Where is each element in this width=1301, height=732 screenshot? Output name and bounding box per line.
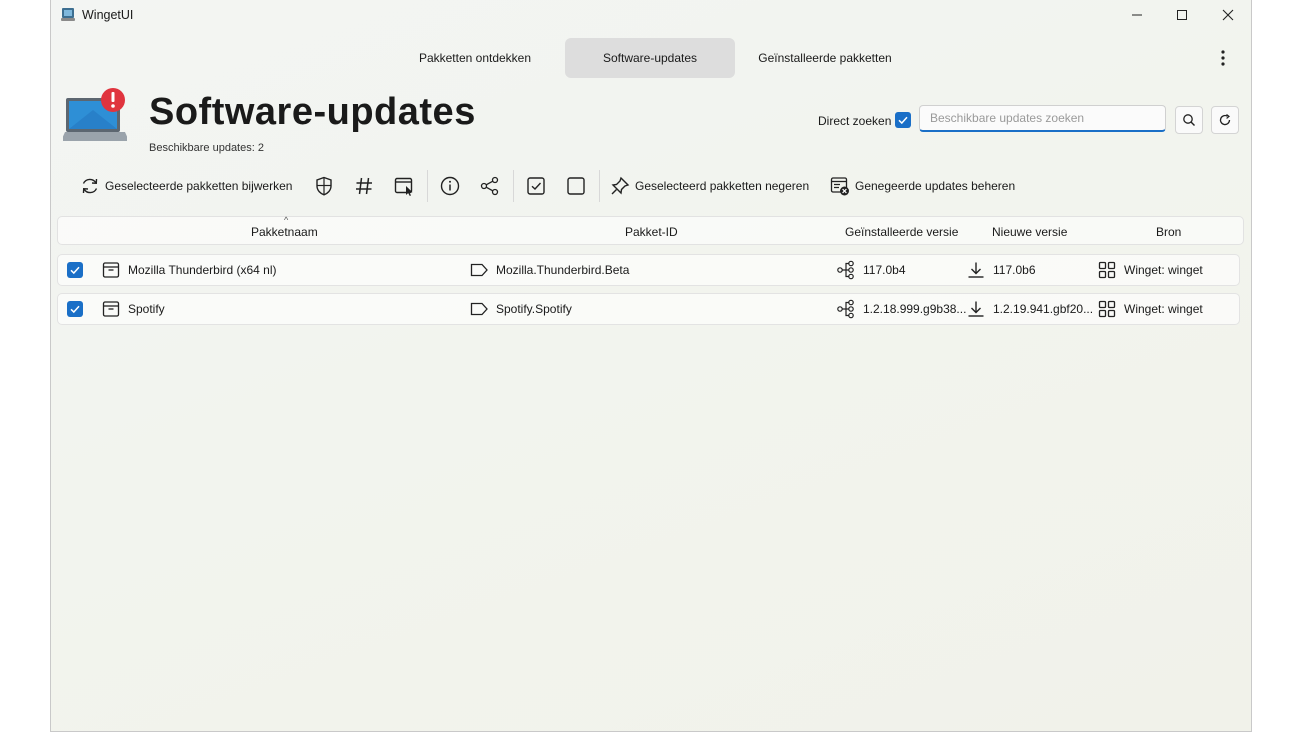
download-icon bbox=[968, 301, 984, 317]
package-id-cell: Mozilla.Thunderbird.Beta bbox=[469, 255, 629, 285]
tab-discover[interactable]: Pakketten ontdekken bbox=[403, 38, 547, 78]
tab-installed[interactable]: Geïnstalleerde pakketten bbox=[745, 38, 905, 78]
new-version-cell: 1.2.19.941.gbf20... bbox=[966, 294, 1093, 324]
kebab-menu-icon bbox=[1221, 50, 1225, 66]
toolbar: Geselecteerde pakketten bijwerken Gesele… bbox=[51, 168, 1251, 204]
package-icon bbox=[102, 262, 120, 278]
version-tree-icon bbox=[837, 260, 854, 280]
search-icon bbox=[1183, 114, 1195, 126]
search-input[interactable] bbox=[919, 105, 1166, 132]
new-version: 1.2.19.941.gbf20... bbox=[993, 302, 1094, 316]
source-cell: Winget: winget bbox=[1097, 255, 1203, 285]
new-version-cell: 117.0b6 bbox=[966, 255, 1036, 285]
maximize-button[interactable] bbox=[1159, 0, 1205, 30]
deselect-all-button[interactable] bbox=[565, 168, 587, 204]
tag-icon bbox=[470, 263, 488, 277]
uncheck-all-icon bbox=[567, 177, 585, 195]
column-header-id[interactable]: Pakket-ID bbox=[625, 225, 678, 239]
manage-ignored-button[interactable]: Genegeerde updates beheren bbox=[829, 168, 1015, 204]
source-grid-icon bbox=[1098, 300, 1116, 318]
ignore-selected-button[interactable]: Geselecteerd pakketten negeren bbox=[609, 168, 809, 204]
more-options-button[interactable] bbox=[1213, 48, 1233, 68]
ignore-selected-label: Geselecteerd pakketten negeren bbox=[635, 179, 810, 193]
search-button[interactable] bbox=[1175, 106, 1203, 134]
package-details-button[interactable] bbox=[439, 168, 461, 204]
window-title: WingetUI bbox=[82, 8, 134, 22]
checkmark-icon bbox=[70, 305, 80, 314]
shield-icon bbox=[316, 176, 332, 196]
table-header: ^ Pakketnaam Pakket-ID Geïnstalleerde ve… bbox=[57, 215, 1244, 245]
installed-version-cell: 1.2.18.999.g9b38... bbox=[836, 294, 966, 324]
download-icon bbox=[968, 262, 984, 278]
sort-ascending-icon: ^ bbox=[284, 215, 289, 225]
row-checkbox[interactable] bbox=[67, 301, 83, 317]
toolbar-separator bbox=[513, 170, 514, 202]
refresh-icon bbox=[82, 178, 98, 194]
column-header-source[interactable]: Bron bbox=[1156, 225, 1181, 239]
table-row[interactable]: Mozilla Thunderbird (x64 nl) Mozilla.Thu… bbox=[57, 254, 1240, 286]
installed-version-cell: 117.0b4 bbox=[836, 255, 906, 285]
tab-bar: Pakketten ontdekken Software-updates Geï… bbox=[51, 38, 1251, 78]
minimize-icon bbox=[1132, 14, 1142, 16]
direct-search-label: Direct zoeken bbox=[818, 114, 892, 128]
package-name-cell: Spotify bbox=[101, 294, 165, 324]
installed-version: 1.2.18.999.g9b38... bbox=[863, 302, 967, 316]
checkmark-icon bbox=[898, 116, 908, 125]
manage-ignored-label: Genegeerde updates beheren bbox=[855, 179, 1016, 193]
toolbar-separator bbox=[599, 170, 600, 202]
title-bar: WingetUI bbox=[51, 0, 1251, 32]
app-icon bbox=[61, 8, 75, 21]
package-name: Spotify bbox=[128, 302, 165, 316]
package-id-cell: Spotify.Spotify bbox=[469, 294, 572, 324]
installed-version: 117.0b4 bbox=[863, 263, 906, 277]
reload-icon bbox=[1219, 114, 1231, 126]
source-cell: Winget: winget bbox=[1097, 294, 1203, 324]
package-name: Mozilla Thunderbird (x64 nl) bbox=[128, 263, 277, 277]
package-id: Mozilla.Thunderbird.Beta bbox=[496, 263, 630, 277]
maximize-icon bbox=[1177, 10, 1187, 20]
package-name-cell: Mozilla Thunderbird (x64 nl) bbox=[101, 255, 277, 285]
update-selected-button[interactable]: Geselecteerde pakketten bijwerken bbox=[79, 168, 292, 204]
page-title: Software-updates bbox=[149, 91, 476, 133]
updates-count: Beschikbare updates: 2 bbox=[149, 142, 264, 154]
package-icon bbox=[102, 301, 120, 317]
toolbar-separator bbox=[427, 170, 428, 202]
close-button[interactable] bbox=[1205, 0, 1251, 30]
minimize-button[interactable] bbox=[1114, 0, 1160, 30]
pin-off-icon bbox=[611, 176, 630, 195]
window-cursor-icon bbox=[394, 177, 413, 196]
check-all-icon bbox=[527, 177, 545, 195]
update-selected-label: Geselecteerde pakketten bijwerken bbox=[105, 179, 293, 193]
skip-hash-button[interactable] bbox=[353, 168, 375, 204]
source-grid-icon bbox=[1098, 261, 1116, 279]
row-checkbox[interactable] bbox=[67, 262, 83, 278]
select-all-button[interactable] bbox=[525, 168, 547, 204]
table-row[interactable]: Spotify Spotify.Spotify 1.2.18.999.g9b38… bbox=[57, 293, 1240, 325]
app-window: WingetUI Pakketten ontdekken Software-up… bbox=[50, 0, 1252, 732]
tab-updates[interactable]: Software-updates bbox=[565, 38, 735, 78]
interactive-update-button[interactable] bbox=[393, 168, 415, 204]
close-icon bbox=[1222, 9, 1234, 21]
column-header-installed[interactable]: Geïnstalleerde versie bbox=[845, 225, 958, 239]
direct-search-checkbox[interactable] bbox=[895, 112, 911, 128]
tag-icon bbox=[470, 302, 488, 316]
column-header-new[interactable]: Nieuwe versie bbox=[992, 225, 1067, 239]
package-source: Winget: winget bbox=[1124, 302, 1203, 316]
laptop-alert-icon bbox=[63, 88, 127, 141]
column-header-name[interactable]: Pakketnaam bbox=[251, 225, 318, 239]
reload-button[interactable] bbox=[1211, 106, 1239, 134]
ignored-list-icon bbox=[830, 177, 849, 196]
share-package-button[interactable] bbox=[479, 168, 501, 204]
version-tree-icon bbox=[837, 299, 854, 319]
admin-update-button[interactable] bbox=[313, 168, 335, 204]
package-id: Spotify.Spotify bbox=[496, 302, 572, 316]
new-version: 117.0b6 bbox=[993, 263, 1036, 277]
hash-icon bbox=[356, 177, 372, 195]
checkmark-icon bbox=[70, 266, 80, 275]
share-icon bbox=[480, 176, 499, 196]
info-icon bbox=[440, 176, 460, 196]
package-source: Winget: winget bbox=[1124, 263, 1203, 277]
